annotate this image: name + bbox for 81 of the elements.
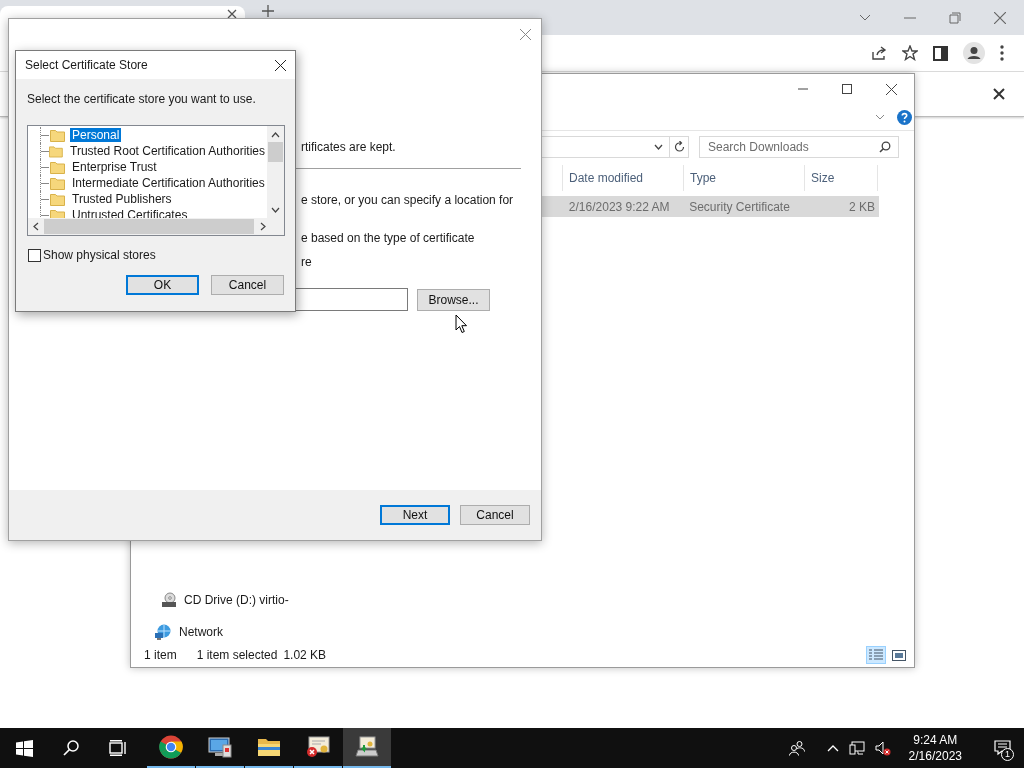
certificate-icon (306, 736, 330, 758)
dialog-title: Select Certificate Store (25, 58, 148, 72)
wizard-text: e store, or you can specify a location for (301, 193, 515, 207)
scrollbar-thumb[interactable] (44, 219, 254, 234)
item-count: 1 item (144, 648, 177, 662)
file-row[interactable]: 2/16/2023 9:22 AM Security Certificate 2 KB (541, 196, 879, 217)
wizard-text: re (301, 255, 313, 269)
tree-item[interactable]: Personal (70, 128, 122, 142)
task-view-icon[interactable] (109, 740, 127, 756)
nav-item[interactable]: Network (131, 621, 223, 643)
folder-icon (49, 144, 63, 158)
folder-icon (257, 737, 281, 757)
folder-icon (50, 176, 65, 190)
dialog-button[interactable]: OK (126, 275, 199, 295)
refresh-icon (673, 141, 685, 153)
network-icon[interactable] (848, 740, 865, 756)
profile-icon[interactable] (963, 42, 985, 64)
close-icon[interactable] (993, 88, 1005, 100)
restore-icon[interactable] (949, 11, 961, 24)
close-icon[interactable] (886, 83, 897, 95)
browse-button[interactable]: Browse... (417, 288, 490, 311)
close-icon[interactable] (275, 59, 286, 71)
wizard-text: rtificates are kept. (301, 140, 397, 154)
folder-icon (50, 160, 65, 174)
clock-time[interactable]: 9:24 AM (913, 732, 958, 748)
checkbox-label: Show physical stores (43, 248, 156, 262)
chrome-icon (159, 735, 183, 759)
column-header[interactable]: Type (683, 165, 804, 191)
maximize-icon[interactable] (842, 84, 852, 94)
wizard-button[interactable]: Next (380, 505, 450, 525)
cursor-icon (455, 314, 468, 334)
new-tab-icon[interactable] (262, 4, 274, 17)
taskbar-app[interactable] (343, 728, 391, 768)
wizard-button[interactable]: Cancel (460, 505, 530, 525)
scroll-up-icon[interactable] (271, 132, 280, 138)
folder-icon (50, 128, 65, 142)
menu-icon[interactable] (1000, 45, 1004, 61)
folder-icon (50, 192, 65, 206)
type-cell-text: Security Certificate (688, 199, 791, 214)
share-icon[interactable] (871, 45, 887, 61)
clock-date[interactable]: 2/16/2023 (908, 748, 962, 764)
tree-item[interactable]: Trusted Publishers (70, 192, 174, 206)
chevron-down-icon[interactable] (654, 144, 663, 150)
notification-button[interactable]: 1 (980, 728, 1024, 768)
size-cell-text: 2 KB (848, 199, 876, 214)
column-header[interactable]: Date modified (562, 165, 683, 191)
tree-item[interactable]: Intermediate Certification Authorities (70, 176, 267, 190)
vertical-scrollbar[interactable] (267, 126, 284, 218)
scroll-down-icon[interactable] (271, 207, 280, 213)
scroll-left-icon[interactable] (33, 222, 39, 231)
close-icon[interactable] (227, 8, 237, 19)
tree-item[interactable]: Trusted Root Certification Authorities (68, 144, 267, 158)
tree-item[interactable]: Enterprise Trust (70, 160, 159, 174)
column-header[interactable]: Size (804, 165, 878, 191)
notification-count: 1 (1001, 748, 1014, 761)
help-icon[interactable] (897, 109, 912, 125)
star-icon[interactable] (902, 45, 918, 61)
notification-icon (993, 740, 1011, 756)
details-view-icon (868, 649, 884, 661)
volume-muted-icon[interactable] (874, 740, 891, 756)
thumbnail-view-icon (892, 649, 906, 661)
search-field[interactable]: Search Downloads (699, 136, 899, 158)
wizard-text: e based on the type of certificate (301, 231, 476, 245)
cd-drive-icon (161, 592, 177, 608)
network-icon (154, 624, 172, 640)
dialog-button[interactable]: Cancel (211, 275, 284, 295)
date-cell-text: 2/16/2023 9:22 AM (567, 199, 671, 214)
side-panel-icon[interactable] (933, 45, 948, 61)
nav-item[interactable]: CD Drive (D:) virtio- (131, 589, 289, 611)
checkbox[interactable] (28, 248, 41, 262)
people-icon[interactable] (788, 740, 805, 756)
selection-size: 1.02 KB (283, 648, 327, 662)
chevron-up-icon[interactable] (826, 744, 839, 752)
chevron-down-icon[interactable] (859, 13, 871, 22)
search-icon[interactable] (63, 740, 79, 756)
start-icon[interactable] (16, 739, 33, 757)
selection-info: 1 item selected (196, 648, 278, 662)
scrollbar-thumb[interactable] (268, 142, 283, 162)
scroll-right-icon[interactable] (260, 222, 266, 231)
refresh-button[interactable] (669, 136, 689, 158)
instruction-text: Select the certificate store you want to use. (27, 92, 257, 106)
